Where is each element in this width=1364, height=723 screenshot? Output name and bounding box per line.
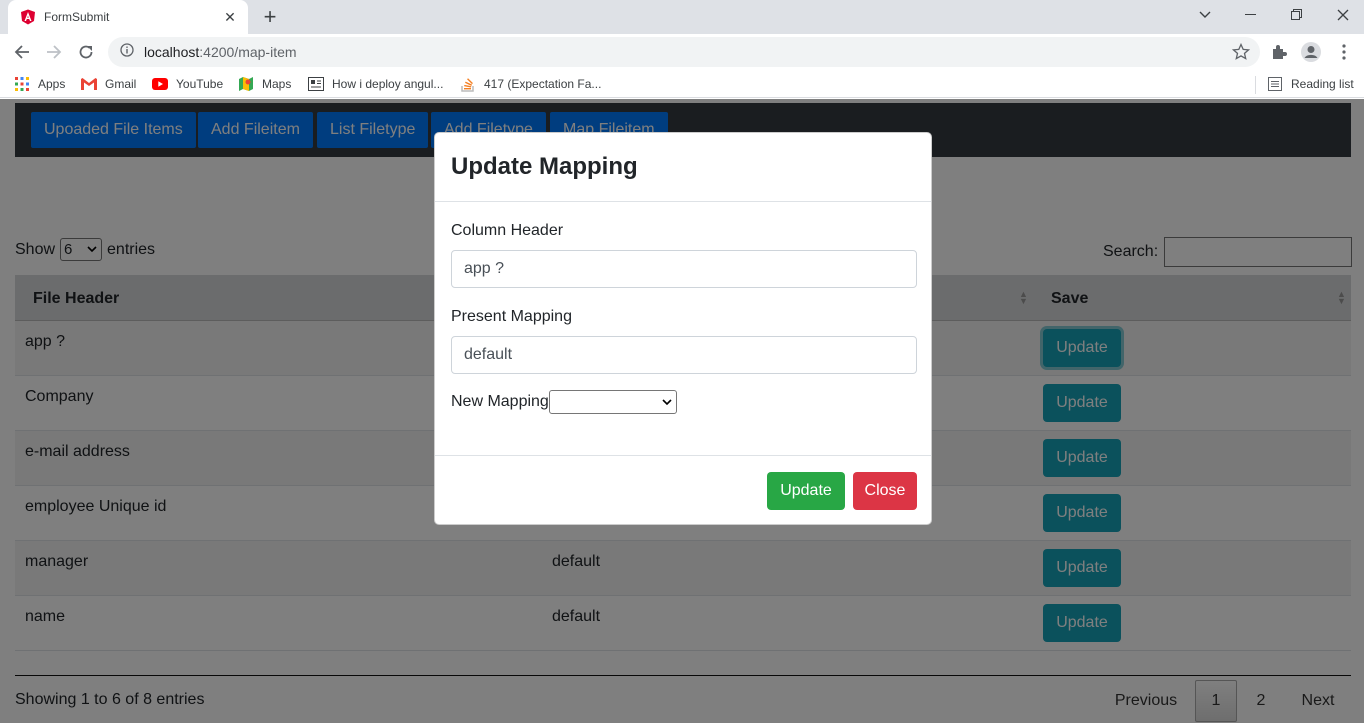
stackoverflow-icon <box>460 76 476 92</box>
gmail-icon <box>81 76 97 92</box>
column-header-input[interactable]: app ? <box>451 250 917 288</box>
back-arrow-icon[interactable] <box>8 38 36 66</box>
modal-title: Update Mapping <box>451 153 638 180</box>
bookmark-label: Gmail <box>105 77 137 91</box>
bookmark-label: 417 (Expectation Fa... <box>484 77 602 91</box>
bookmark-deploy-angular[interactable]: How i deploy angul... <box>308 75 443 93</box>
browser-tab[interactable]: FormSubmit ✕ <box>8 0 248 34</box>
reading-list-label: Reading list <box>1291 77 1354 91</box>
present-mapping-label: Present Mapping <box>451 308 572 325</box>
maps-icon <box>238 76 254 92</box>
modal-header-divider <box>435 201 931 202</box>
site-info-icon[interactable] <box>120 42 134 62</box>
reading-list[interactable]: Reading list <box>1267 75 1354 93</box>
page-icon <box>308 76 324 92</box>
present-mapping-input[interactable]: default <box>451 336 917 374</box>
apps-grid-icon <box>14 76 30 92</box>
tab-close-icon[interactable]: ✕ <box>218 5 242 29</box>
new-mapping-select[interactable] <box>548 390 677 414</box>
minimize-icon[interactable] <box>1228 0 1274 30</box>
update-mapping-modal: Update Mapping Column Header app ? Prese… <box>434 132 932 525</box>
bookmark-maps[interactable]: Maps <box>238 75 291 93</box>
bookmark-label: How i deploy angul... <box>332 77 444 91</box>
tab-strip: FormSubmit ✕ + <box>0 0 1364 34</box>
profile-avatar-icon[interactable] <box>1299 40 1323 64</box>
new-mapping-row: New Mapping <box>451 390 677 414</box>
modal-update-button[interactable]: Update <box>767 472 845 510</box>
forward-arrow-icon[interactable] <box>40 38 68 66</box>
new-mapping-label: New Mapping <box>451 393 549 410</box>
extensions-puzzle-icon[interactable] <box>1267 40 1291 64</box>
modal-close-button[interactable]: Close <box>853 472 917 510</box>
bookmarks-separator <box>1255 76 1256 94</box>
bookmark-apps[interactable]: Apps <box>14 75 65 93</box>
restore-icon[interactable] <box>1274 0 1320 30</box>
bookmark-gmail[interactable]: Gmail <box>81 75 136 93</box>
browser-toolbar: localhost:4200/map-item <box>0 34 1364 70</box>
bookmarks-bar: Apps Gmail YouTube Maps How i deploy ang… <box>0 70 1364 98</box>
address-bar[interactable]: localhost:4200/map-item <box>108 37 1260 67</box>
bookmark-label: YouTube <box>176 77 224 91</box>
tab-search-chevron-icon[interactable] <box>1182 0 1228 30</box>
new-tab-icon[interactable]: + <box>258 4 282 29</box>
reload-icon[interactable] <box>72 38 100 66</box>
bookmark-star-icon[interactable] <box>1231 42 1251 66</box>
url-text: localhost:4200/map-item <box>144 44 297 60</box>
tab-title: FormSubmit <box>44 10 110 24</box>
bookmark-label: Maps <box>262 77 292 91</box>
column-header-label: Column Header <box>451 222 564 239</box>
chevron-down-icon <box>662 395 672 413</box>
modal-footer-divider <box>435 455 931 456</box>
close-window-icon[interactable] <box>1320 0 1364 30</box>
bookmark-417-expectation[interactable]: 417 (Expectation Fa... <box>460 75 601 93</box>
browser-menu-kebab-icon[interactable] <box>1332 40 1356 64</box>
reading-list-icon <box>1267 76 1283 92</box>
bookmark-youtube[interactable]: YouTube <box>152 75 223 93</box>
bookmark-label: Apps <box>38 77 66 91</box>
youtube-icon <box>152 76 168 92</box>
angular-favicon-icon <box>20 9 36 25</box>
